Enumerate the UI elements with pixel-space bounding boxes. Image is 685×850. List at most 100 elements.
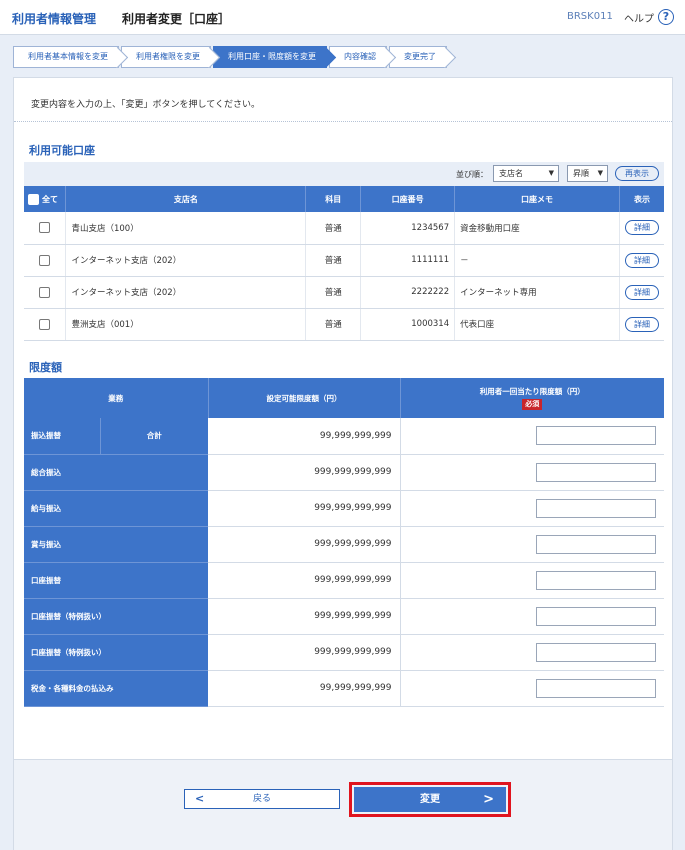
column-number: 口座番号 [360, 186, 456, 212]
type-cell: 普通 [305, 212, 362, 245]
table-row: 賞与振込 999,999,999,999 [24, 526, 664, 563]
type-cell: 普通 [305, 308, 362, 341]
table-row: 口座振替（特例扱い） 999,999,999,999 [24, 598, 664, 635]
table-row: 豊洲支店（001） 普通 1000314 代表口座 詳細 [24, 308, 664, 341]
memo-cell: 代表口座 [454, 308, 620, 341]
branch-cell: 青山支店（100） [65, 212, 307, 245]
accounts-section-title: 利用可能口座 [29, 144, 95, 157]
business-cell: 振込振替 [24, 418, 100, 455]
memo-cell: インターネット専用 [454, 276, 620, 309]
column-memo: 口座メモ [454, 186, 620, 212]
required-badge: 必須 [522, 399, 543, 410]
business-sub-cell: 合計 [99, 418, 208, 455]
sort-field-select[interactable]: 支店名 ▼ [493, 165, 559, 182]
limit-value-cell: 999,999,999,999 [208, 562, 401, 599]
memo-cell: 資金移動用口座 [454, 212, 620, 245]
per-user-limit-input[interactable] [536, 570, 656, 590]
business-cell: 給与振込 [24, 490, 208, 527]
table-row: インターネット支店（202） 普通 1111111 － 詳細 [24, 244, 664, 277]
per-user-limit-input[interactable] [536, 534, 656, 554]
reshow-button[interactable]: 再表示 [615, 166, 659, 181]
column-all[interactable]: 全て [24, 186, 67, 212]
business-cell: 総合振込 [24, 454, 208, 491]
number-cell: 1000314 [360, 308, 456, 341]
back-button[interactable]: < 戻る [184, 789, 340, 809]
business-cell: 口座振替 [24, 562, 208, 599]
step-basic-info: 利用者基本情報を変更 [13, 46, 119, 68]
per-user-limit-input[interactable] [536, 426, 656, 446]
chevron-down-icon: ▼ [597, 169, 603, 177]
limit-value-cell: 999,999,999,999 [208, 526, 401, 563]
main-panel: 変更内容を入力の上、「変更」ボタンを押してください。 利用可能口座 並び順： 支… [13, 77, 673, 850]
step-accounts-limits: 利用口座・限度額を変更 [213, 46, 327, 68]
step-confirm: 内容確認 [329, 46, 387, 68]
branch-cell: インターネット支店（202） [65, 276, 307, 309]
screen-code: BRSK011 [567, 11, 613, 22]
limit-value-cell: 99,999,999,999 [208, 418, 401, 455]
per-user-limit-input[interactable] [536, 606, 656, 626]
per-user-limit-input[interactable] [536, 498, 656, 518]
accounts-table: 全て 支店名 科目 口座番号 口座メモ 表示 青山支店（100） 普通 1234… [24, 186, 664, 341]
branch-cell: インターネット支店（202） [65, 244, 307, 277]
column-show: 表示 [619, 186, 664, 212]
sort-order-select[interactable]: 昇順 ▼ [567, 165, 608, 182]
table-row: 総合振込 999,999,999,999 [24, 454, 664, 491]
question-circle-icon: ? [658, 9, 674, 25]
detail-button[interactable]: 詳細 [624, 284, 659, 300]
button-footer: < 戻る 変更 > [14, 759, 672, 850]
divider [14, 121, 672, 122]
column-business: 業務 [24, 378, 209, 418]
column-type: 科目 [305, 186, 362, 212]
row-checkbox[interactable] [39, 222, 51, 234]
branch-cell: 豊洲支店（001） [65, 308, 307, 341]
chevron-down-icon: ▼ [548, 169, 554, 177]
column-branch: 支店名 [65, 186, 307, 212]
progress-steps: 利用者基本情報を変更 利用者権限を変更 利用口座・限度額を変更 内容確認 変更完… [13, 46, 449, 68]
memo-cell: － [454, 244, 620, 277]
submit-button[interactable]: 変更 > [349, 782, 511, 817]
type-cell: 普通 [305, 276, 362, 309]
table-row: 給与振込 999,999,999,999 [24, 490, 664, 527]
limit-value-cell: 999,999,999,999 [208, 490, 401, 527]
step-permissions: 利用者権限を変更 [121, 46, 211, 68]
detail-button[interactable]: 詳細 [624, 220, 659, 236]
column-configurable-limit: 設定可能限度額（円） [208, 378, 401, 418]
chevron-right-icon: > [483, 792, 494, 807]
row-checkbox[interactable] [39, 318, 51, 330]
limit-value-cell: 999,999,999,999 [208, 634, 401, 671]
help-label: ヘルプ [624, 13, 654, 25]
type-cell: 普通 [305, 244, 362, 277]
limit-value-cell: 999,999,999,999 [208, 454, 401, 491]
help-link[interactable]: ヘルプ ? [624, 8, 674, 26]
number-cell: 2222222 [360, 276, 456, 309]
table-row: 口座振替 999,999,999,999 [24, 562, 664, 599]
app-title[interactable]: 利用者情報管理 [12, 10, 96, 27]
screen-title: 利用者変更［口座］ [122, 12, 231, 26]
business-cell: 口座振替（特例扱い） [24, 634, 208, 671]
detail-button[interactable]: 詳細 [624, 316, 659, 332]
per-user-limit-input[interactable] [536, 462, 656, 482]
limit-value-cell: 99,999,999,999 [208, 670, 401, 707]
business-cell: 口座振替（特例扱い） [24, 598, 208, 635]
per-user-limit-input[interactable] [536, 678, 656, 698]
table-row: 振込振替 合計 99,999,999,999 [24, 418, 664, 455]
column-per-user-limit: 利用者一回当たり限度額（円） 必須 [400, 378, 664, 418]
limit-value-cell: 999,999,999,999 [208, 598, 401, 635]
sort-label: 並び順： [456, 170, 488, 179]
step-complete: 変更完了 [389, 46, 447, 68]
app-header: 利用者情報管理 利用者変更［口座］ BRSK011 ヘルプ ? [0, 0, 685, 35]
limits-table: 業務 設定可能限度額（円） 利用者一回当たり限度額（円） 必須 振込振替 合計 … [24, 378, 664, 707]
row-checkbox[interactable] [39, 286, 51, 298]
table-row: 青山支店（100） 普通 1234567 資金移動用口座 詳細 [24, 212, 664, 245]
instruction-text: 変更内容を入力の上、「変更」ボタンを押してください。 [31, 100, 260, 110]
table-row: 口座振替（特例扱い） 999,999,999,999 [24, 634, 664, 671]
business-cell: 賞与振込 [24, 526, 208, 563]
per-user-limit-input[interactable] [536, 642, 656, 662]
row-checkbox[interactable] [39, 254, 51, 266]
detail-button[interactable]: 詳細 [624, 252, 659, 268]
select-all-checkbox[interactable] [28, 193, 39, 205]
table-row: 税金・各種料金の払込み 99,999,999,999 [24, 670, 664, 707]
sort-bar: 並び順： 支店名 ▼ 昇順 ▼ 再表示 [24, 162, 664, 186]
number-cell: 1234567 [360, 212, 456, 245]
number-cell: 1111111 [360, 244, 456, 277]
